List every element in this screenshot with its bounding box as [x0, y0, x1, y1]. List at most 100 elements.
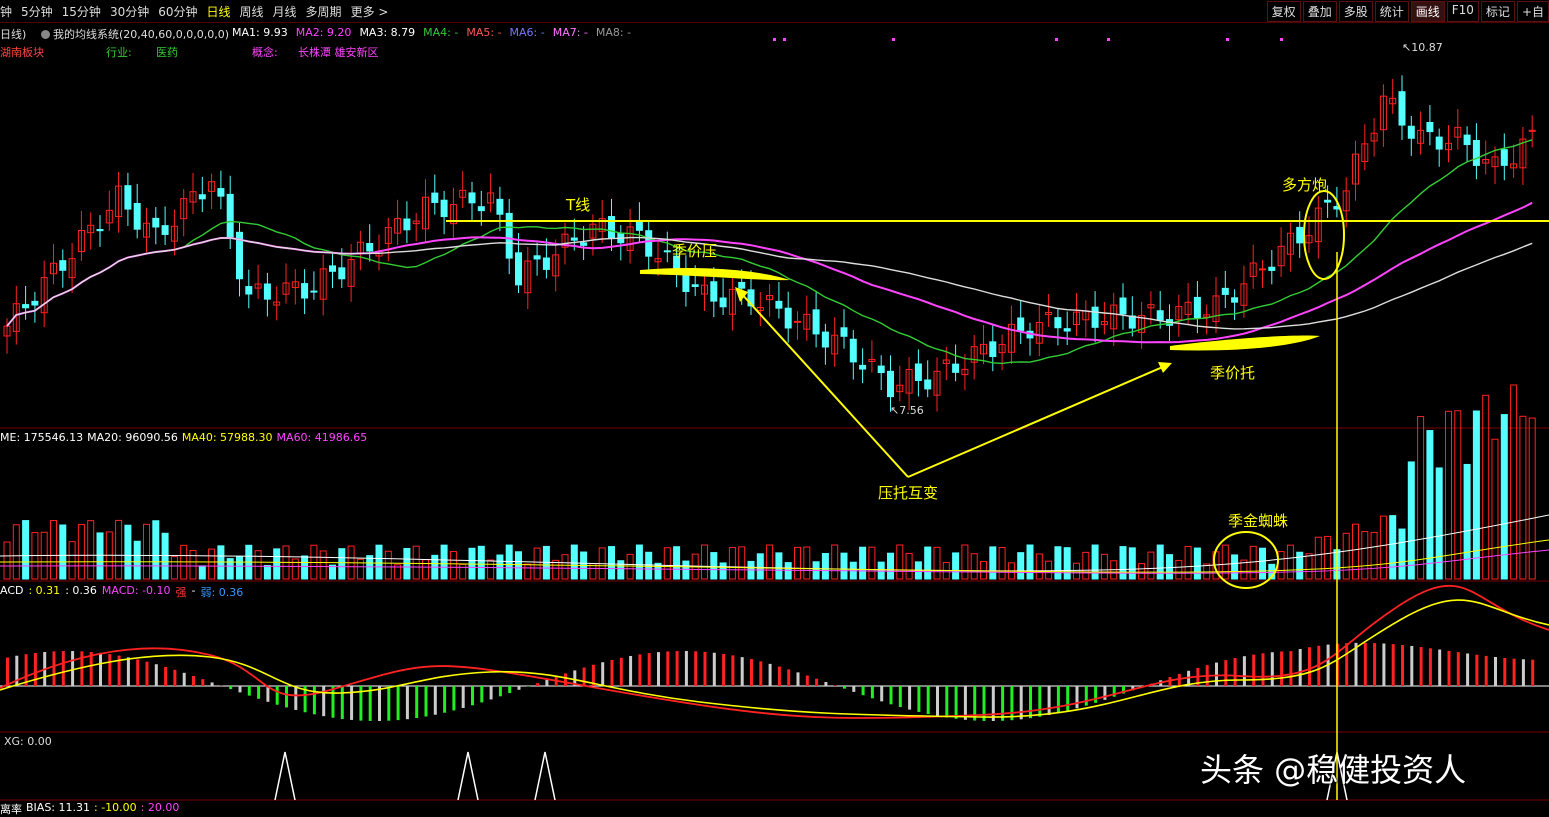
volume-bar — [1446, 411, 1452, 579]
volume-bar — [683, 561, 689, 579]
macd-bar — [332, 686, 335, 718]
period-tab[interactable]: 多周期 — [306, 3, 342, 20]
period-tab[interactable]: 日线 — [207, 3, 231, 20]
volume-bar — [860, 547, 866, 579]
period-tab[interactable]: 15分钟 — [62, 3, 101, 20]
volume-bar — [125, 525, 131, 579]
volume-bar — [423, 560, 429, 579]
macd-bar — [936, 686, 939, 716]
macd-bar — [1364, 643, 1367, 686]
season-pressure-zone — [640, 268, 790, 280]
macd-bar — [6, 658, 9, 686]
macd-bar — [564, 673, 567, 686]
candle-body — [97, 229, 103, 230]
volume-bar — [795, 547, 801, 579]
macd-bar — [480, 686, 483, 702]
signal-dot — [892, 38, 895, 41]
macd-bar — [1531, 660, 1534, 686]
period-tab[interactable]: 更多 > — [351, 3, 389, 20]
candle-body — [497, 199, 503, 214]
macd-bar — [341, 686, 344, 719]
candle-body — [1129, 316, 1135, 328]
macd-bar — [769, 664, 772, 686]
volume-bar — [1306, 554, 1312, 579]
xg-legend: XG: 0.00 — [4, 735, 52, 748]
signal-dot — [773, 38, 776, 41]
macd-bar — [1252, 655, 1255, 686]
macd-bar — [1373, 643, 1376, 686]
macd-bar — [648, 653, 651, 686]
volume-bar — [88, 521, 94, 579]
block-label: 湖南板块 — [0, 44, 44, 60]
macd-bar — [1001, 686, 1004, 721]
macd-bar — [1355, 643, 1358, 686]
tool-button[interactable]: 标记 — [1481, 1, 1515, 22]
macd-bar — [313, 686, 316, 714]
tool-button[interactable]: 画线 — [1411, 1, 1445, 22]
volume-bar — [1074, 563, 1080, 579]
candle-body — [1157, 311, 1163, 320]
macd-bar — [508, 686, 511, 693]
legend-item: MA8: - — [596, 26, 631, 39]
legend-item: - — [192, 584, 196, 600]
macd-bar — [425, 686, 428, 717]
volume-bar — [1390, 516, 1396, 579]
signal-dot — [1280, 38, 1283, 41]
candle-body — [60, 261, 66, 271]
macd-bar — [750, 659, 753, 686]
macd-bar — [155, 664, 158, 686]
volume-bar — [199, 566, 205, 579]
tool-button[interactable]: F10 — [1447, 1, 1479, 22]
legend-item: MA60: 41986.65 — [277, 431, 368, 444]
volume-bar — [776, 553, 782, 579]
volume-bar — [255, 551, 261, 579]
macd-bar — [1010, 686, 1013, 720]
candle-body — [441, 200, 447, 216]
tool-button[interactable]: 多股 — [1339, 1, 1373, 22]
macd-bar — [1048, 686, 1051, 715]
macd-bar — [601, 662, 604, 686]
legend-item: MA40: 57988.30 — [182, 431, 273, 444]
volume-bar — [339, 549, 345, 579]
period-tab[interactable]: 月线 — [273, 3, 297, 20]
candle-body — [516, 253, 522, 285]
period-tab[interactable]: 5分钟 — [21, 3, 53, 20]
volume-bar — [1027, 545, 1033, 579]
macd-bar — [471, 686, 474, 705]
indicator-settings-icon[interactable] — [41, 30, 50, 39]
volume-bar — [906, 553, 912, 579]
volume-bar — [627, 554, 633, 579]
macd-bar — [127, 657, 130, 686]
macd-bar — [229, 686, 232, 689]
period-tab[interactable]: 周线 — [240, 3, 264, 20]
volume-bar — [497, 555, 503, 579]
macd-bar — [201, 679, 204, 686]
macd-bar — [1020, 686, 1023, 719]
period-tab[interactable]: 30分钟 — [110, 3, 149, 20]
candle-body — [367, 244, 373, 252]
volume-bar — [413, 546, 419, 579]
candle-body — [227, 194, 233, 236]
volume-bar — [171, 557, 177, 579]
volume-bar — [925, 547, 931, 579]
candle-body — [1399, 92, 1405, 125]
period-tab[interactable]: 60分钟 — [158, 3, 197, 20]
macd-bar — [285, 686, 288, 707]
candle-body — [1269, 267, 1275, 270]
tool-button[interactable]: 复权 — [1267, 1, 1301, 22]
volume-bar — [897, 545, 903, 579]
macd-bar — [1243, 656, 1246, 686]
volume-bar — [878, 562, 884, 579]
macd-bar — [1522, 659, 1525, 686]
volume-bar — [488, 560, 494, 579]
multi-cannon-label: 多方炮 — [1282, 174, 1327, 195]
tool-button[interactable]: 统计 — [1375, 1, 1409, 22]
macd-bar — [183, 673, 186, 686]
macd-bar — [53, 651, 56, 686]
indicator-name[interactable]: 我的均线系统(20,40,60,0,0,0,0,0) — [38, 26, 229, 42]
macd-bar — [378, 686, 381, 721]
tool-button[interactable]: +自 — [1517, 1, 1549, 22]
period-tab[interactable]: 钟 — [0, 3, 12, 20]
macd-bar — [666, 651, 669, 686]
tool-button[interactable]: 叠加 — [1303, 1, 1337, 22]
